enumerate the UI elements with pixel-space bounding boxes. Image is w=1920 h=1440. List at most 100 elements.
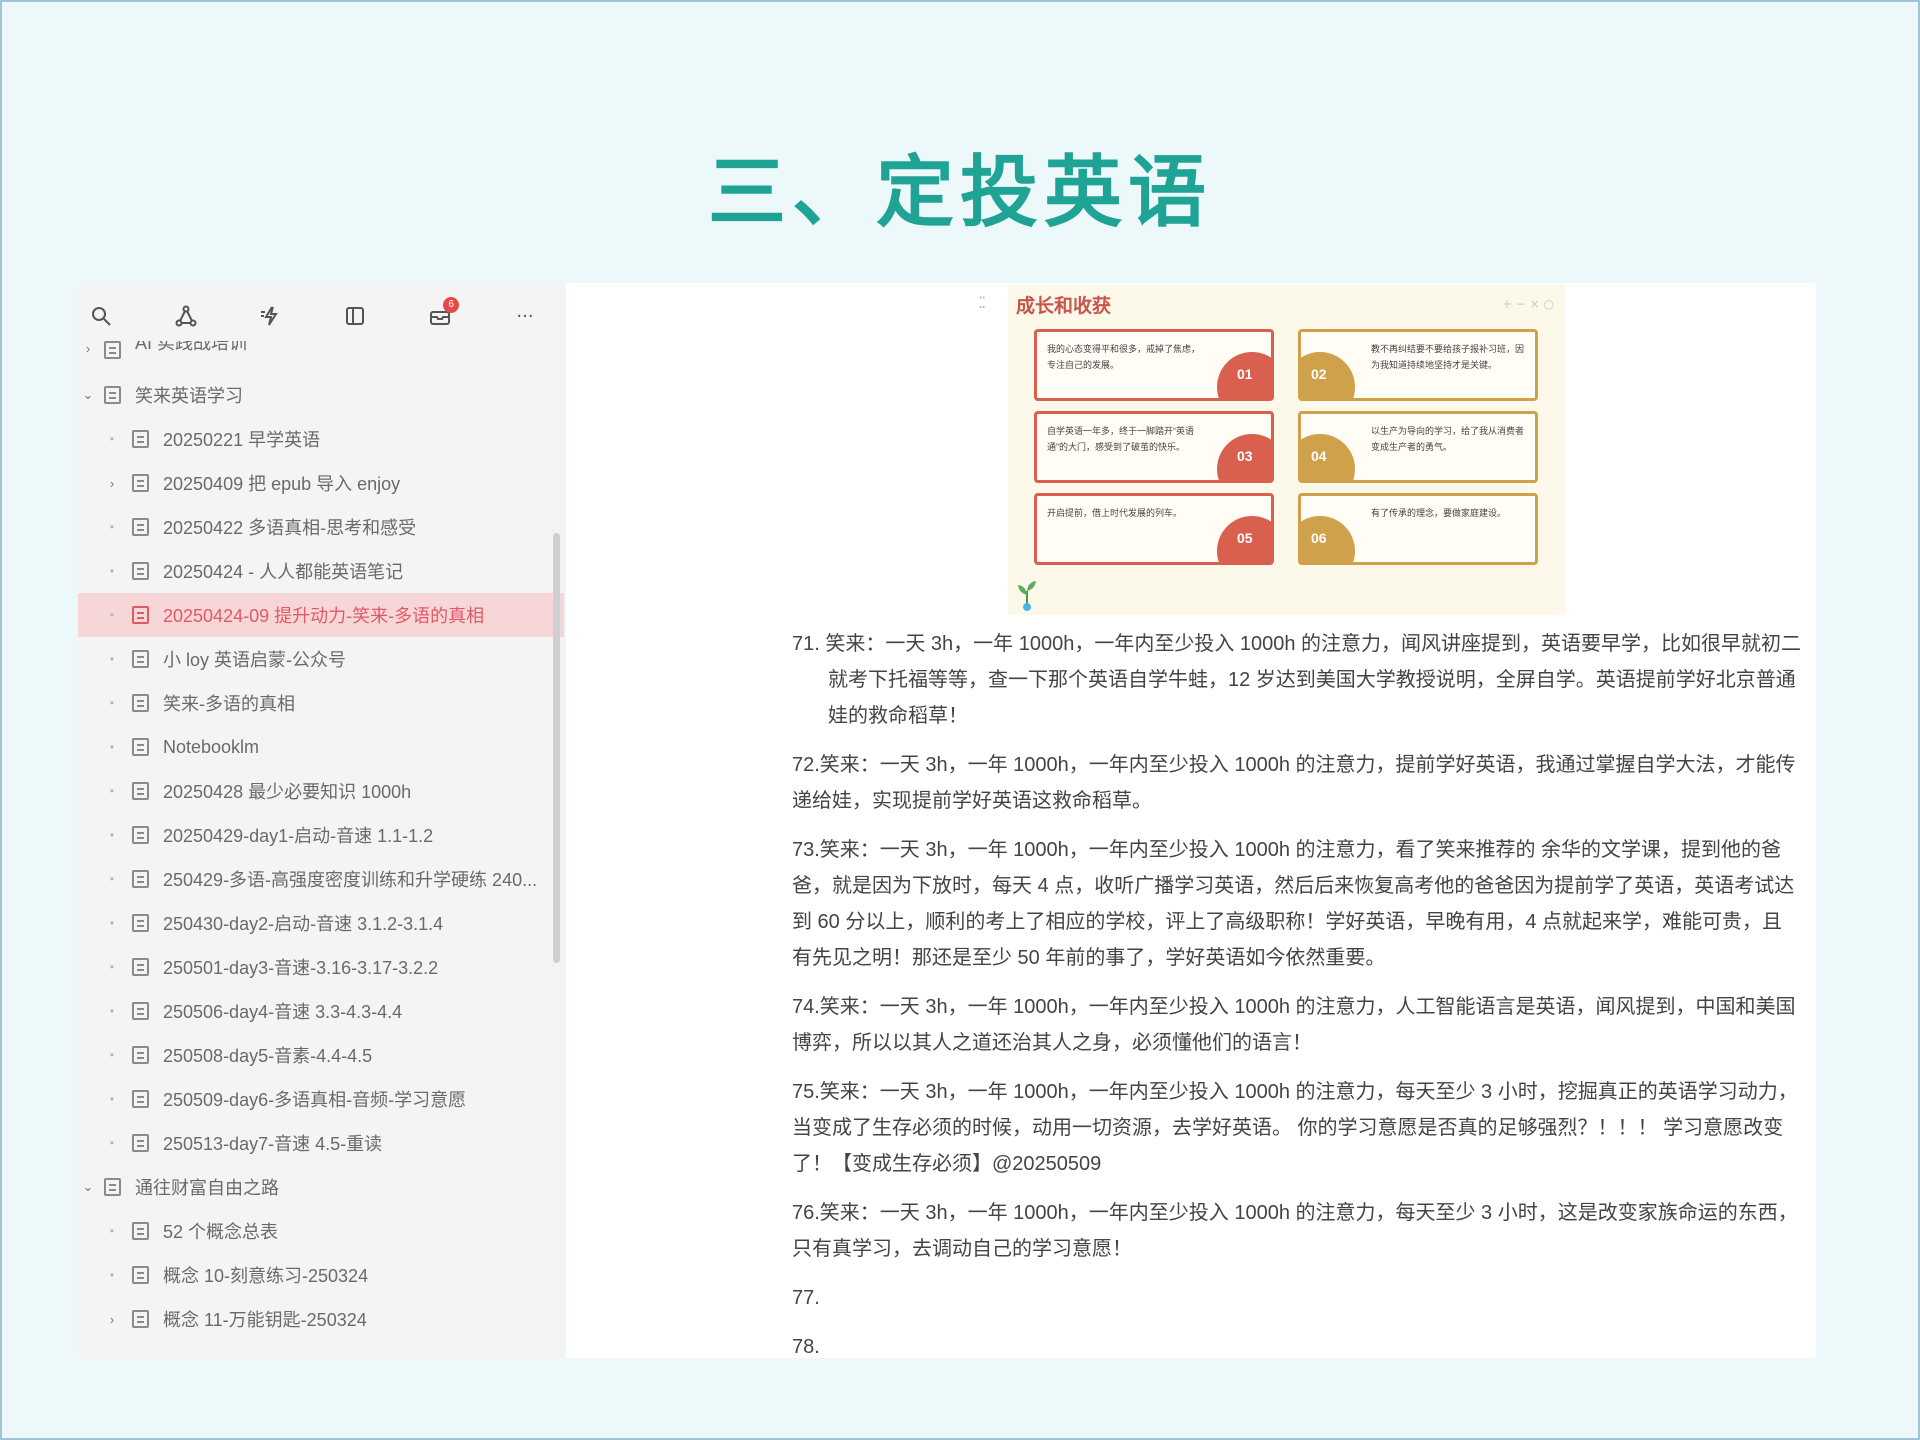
bullet-icon: •: [109, 960, 115, 974]
bullet-icon: •: [109, 696, 115, 710]
infographic-image: 成长和收获 + − × ○ 我的心态变得平和很多，戒掉了焦虑，专注自己的发展。 0…: [1008, 285, 1566, 615]
panel-button[interactable]: [338, 299, 372, 333]
infographic-title: 成长和收获: [1016, 295, 1112, 317]
card-number-label: 03: [1237, 448, 1253, 464]
flash-button[interactable]: [254, 299, 288, 333]
note-paragraph: 73.笑来：一天 3h，一年 1000h，一年内至少投入 1000h 的注意力，…: [792, 839, 1795, 969]
document-icon: [132, 606, 149, 624]
tree-item-label: 20250424-09 提升动力-笑来-多语的真相: [163, 606, 485, 626]
tree-item-label: 250513-day7-音速 4.5-重读: [163, 1134, 383, 1154]
document-icon: [132, 430, 149, 448]
document-icon: [132, 1046, 149, 1064]
note-paragraph: 75.笑来：一天 3h，一年 1000h，一年内至少投入 1000h 的注意力，…: [792, 1081, 1798, 1175]
sidebar: 6 ··· › AI 实践战培训 ⌄ 笑来英语学习 • 20250221 早学英语…: [78, 283, 564, 1358]
note-paragraph: 76.笑来：一天 3h，一年 1000h，一年内至少投入 1000h 的注意力，…: [792, 1202, 1798, 1260]
tree-item-label: Notebooklm: [163, 736, 260, 757]
bullet-icon: •: [109, 872, 115, 886]
search-button[interactable]: [84, 299, 118, 333]
document-icon: [132, 870, 149, 888]
card-number: 03: [1217, 434, 1271, 480]
sidebar-toolbar: 6 ···: [78, 283, 564, 349]
note-paragraph: 74.笑来：一天 3h，一年 1000h，一年内至少投入 1000h 的注意力，…: [792, 996, 1796, 1054]
tree-item[interactable]: • 250429-多语-高强度密度训练和升学硬练 240...: [78, 857, 564, 901]
document-icon: [132, 1134, 149, 1152]
growth-card: 自学英语一年多，终于一脚踏开“英语通”的大门，感受到了破茧的快乐。 03: [1034, 411, 1274, 483]
tree-item[interactable]: • 250513-day7-音速 4.5-重读: [78, 1121, 564, 1165]
chevron-right-icon: ›: [85, 341, 91, 356]
tree-folder-label: 笑来英语学习: [135, 386, 243, 406]
tree-item-label: 20250428 最少必要知识 1000h: [163, 782, 412, 802]
graph-icon: [175, 305, 197, 327]
document-content: ⁚⁚ 成长和收获 + − × ○ 我的心态变得平和很多，戒掉了焦虑，专注自己的发…: [566, 283, 1816, 1358]
tree-item[interactable]: • Notebooklm: [78, 725, 564, 769]
sidebar-scrollbar[interactable]: [553, 533, 560, 963]
tree-item[interactable]: • 250501-day3-音速-3.16-3.17-3.2.2: [78, 945, 564, 989]
tree-item[interactable]: • 250430-day2-启动-音速 3.1.2-3.1.4: [78, 901, 564, 945]
card-text: 以生产为导向的学习，给了我从消费者变成生产者的勇气。: [1371, 426, 1525, 452]
growth-card: 有了传承的理念，要做家庭建设。 06: [1298, 493, 1538, 565]
tree-item[interactable]: • 250509-day6-多语真相-音频-学习意愿: [78, 1077, 564, 1121]
tree-item[interactable]: • 250508-day5-音素-4.4-4.5: [78, 1033, 564, 1077]
document-icon: [132, 694, 149, 712]
image-tools[interactable]: + − × ○: [1502, 297, 1554, 311]
tree-item[interactable]: • 概念 10-刻意练习-250324: [78, 1253, 564, 1297]
tree-item[interactable]: • 20250221 早学英语: [78, 417, 564, 461]
chevron-right-icon[interactable]: ›: [102, 476, 122, 491]
tree-folder-wealth[interactable]: ⌄ 通往财富自由之路: [78, 1165, 564, 1209]
tree-item-label: 20250429-day1-启动-音速 1.1-1.2: [163, 826, 434, 846]
chevron-down-icon[interactable]: ⌄: [78, 1179, 98, 1195]
tree-item-label: AI 实践战培训: [135, 341, 248, 353]
card-number: 04: [1301, 434, 1355, 480]
tree-item[interactable]: • 20250424 - 人人都能英语笔记: [78, 549, 564, 593]
chevron-right-icon[interactable]: ›: [102, 1312, 122, 1327]
document-icon: [104, 386, 121, 404]
note-paragraph: 77.: [792, 1287, 820, 1309]
more-icon: ···: [516, 305, 534, 327]
drag-handle-icon[interactable]: ⁚⁚: [978, 293, 986, 312]
tree-item[interactable]: • 笑来-多语的真相: [78, 681, 564, 725]
document-icon: [132, 518, 149, 536]
bullet-icon: •: [109, 1048, 115, 1062]
bullet-icon: •: [109, 1268, 115, 1282]
tree-item-label: 概念 11-万能钥匙-250324: [163, 1310, 367, 1330]
document-icon: [132, 914, 149, 932]
tree-item[interactable]: • 20250424-09 提升动力-笑来-多语的真相: [78, 593, 564, 637]
tree-item[interactable]: › 概念 11-万能钥匙-250324: [78, 1297, 564, 1341]
growth-card: 开启提前，借上时代发展的列车。 05: [1034, 493, 1274, 565]
tree-folder-label: 通往财富自由之路: [135, 1178, 279, 1198]
tree-item-label: 250429-多语-高强度密度训练和升学硬练 240...: [163, 870, 538, 890]
tree-item-label: 20250424 - 人人都能英语笔记: [163, 562, 404, 582]
tree-item[interactable]: • 20250422 多语真相-思考和感受: [78, 505, 564, 549]
growth-card: 以生产为导向的学习，给了我从消费者变成生产者的勇气。 04: [1298, 411, 1538, 483]
card-number: 05: [1217, 516, 1271, 562]
card-text: 教不再纠结要不要给孩子报补习班，因为我知道持续地坚持才是关键。: [1371, 344, 1525, 370]
sprout-icon: [1018, 581, 1036, 611]
bullet-icon: •: [109, 916, 115, 930]
tree-item-partial[interactable]: › AI 实践战培训: [78, 341, 564, 361]
note-paragraph: 72.笑来：一天 3h，一年 1000h，一年内至少投入 1000h 的注意力，…: [792, 754, 1796, 812]
card-number: 06: [1301, 516, 1355, 562]
tree-item[interactable]: • 小 loy 英语启蒙-公众号: [78, 637, 564, 681]
inbox-button[interactable]: 6: [423, 297, 460, 333]
bullet-icon: •: [109, 1136, 115, 1150]
tree-item-label: 250509-day6-多语真相-音频-学习意愿: [163, 1090, 467, 1110]
bullet-icon: •: [109, 608, 115, 622]
more-button[interactable]: ···: [508, 299, 542, 333]
card-number: 02: [1301, 352, 1355, 398]
tree-item[interactable]: • 20250428 最少必要知识 1000h: [78, 769, 564, 813]
card-number-label: 06: [1311, 530, 1327, 546]
document-icon: [132, 782, 149, 800]
tree-item[interactable]: • 20250429-day1-启动-音速 1.1-1.2: [78, 813, 564, 857]
tree-item[interactable]: • 52 个概念总表: [78, 1209, 564, 1253]
document-icon: [132, 1002, 149, 1020]
graph-button[interactable]: [169, 299, 203, 333]
file-tree: › AI 实践战培训 ⌄ 笑来英语学习 • 20250221 早学英语 › 20250…: [78, 341, 564, 1341]
tree-item[interactable]: › 20250409 把 epub 导入 enjoy: [78, 461, 564, 505]
card-text: 我的心态变得平和很多，戒掉了焦虑，专注自己的发展。: [1047, 344, 1201, 370]
bullet-icon: •: [109, 652, 115, 666]
tree-item-label: 笑来-多语的真相: [163, 694, 295, 714]
tree-item[interactable]: • 250506-day4-音速 3.3-4.3-4.4: [78, 989, 564, 1033]
tree-folder-english[interactable]: ⌄ 笑来英语学习: [78, 373, 564, 417]
document-icon: [132, 958, 149, 976]
chevron-down-icon[interactable]: ⌄: [78, 387, 98, 403]
